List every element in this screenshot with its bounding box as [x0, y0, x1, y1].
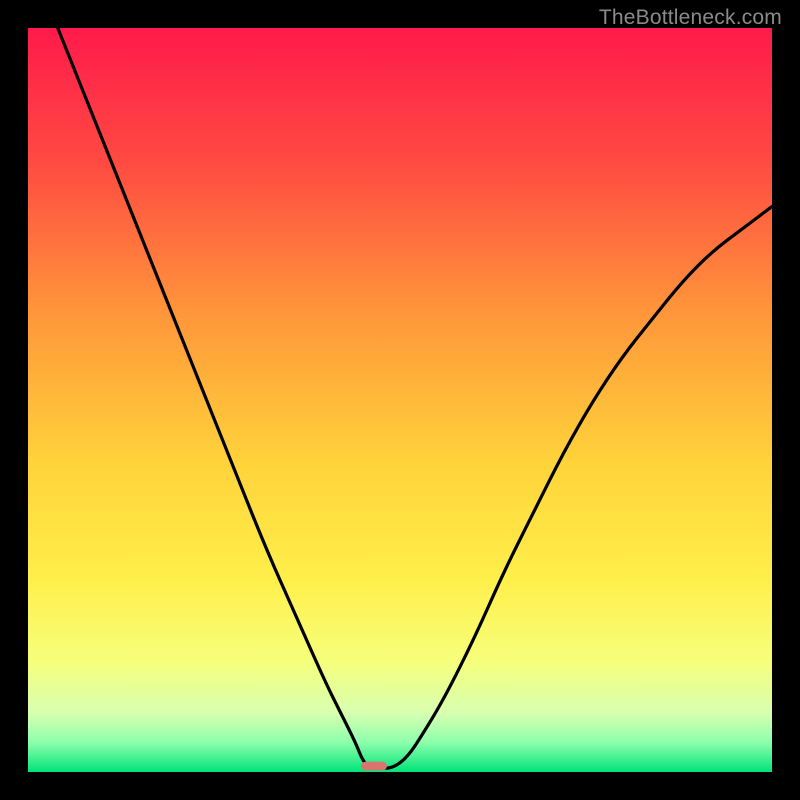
chart-svg	[28, 28, 772, 772]
chart-frame: TheBottleneck.com	[0, 0, 800, 800]
min-marker	[361, 762, 387, 771]
watermark-text: TheBottleneck.com	[599, 6, 782, 30]
plot-area	[28, 28, 772, 772]
gradient-background	[28, 28, 772, 772]
